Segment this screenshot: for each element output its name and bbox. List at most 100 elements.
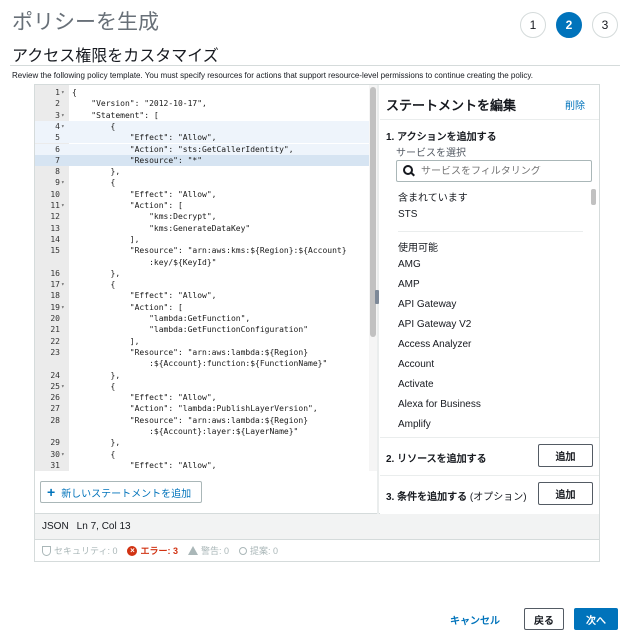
fold-arrow-icon[interactable]: ▾ (61, 200, 67, 211)
code-line[interactable]: 28 "Resource": "arn:aws:lambda:${Region} (35, 415, 377, 426)
line-number: 26 (50, 393, 60, 403)
fold-arrow-icon[interactable]: ▾ (61, 177, 67, 188)
code-line[interactable]: 15 "Resource": "arn:aws:kms:${Region}:${… (35, 245, 377, 256)
code-text: :${Account}:layer:${LayerName}" (72, 427, 299, 436)
code-text: "Effect": "Allow", (72, 189, 217, 199)
code-line[interactable]: 24 }, (35, 370, 377, 381)
error-finding[interactable]: × エラー: 3 (127, 544, 178, 557)
footer-actions: キャンセル 戻る 次へ (436, 608, 618, 630)
code-line[interactable]: :${Account}:layer:${LayerName}" (35, 426, 377, 437)
sidebar-divider (380, 475, 599, 476)
service-item[interactable]: Amplify (398, 419, 431, 430)
code-line[interactable]: 29 }, (35, 437, 377, 448)
code-line[interactable]: 19 ▾ "Action": [ (35, 302, 377, 313)
add-statement-button[interactable]: + 新しいステートメントを追加 (40, 481, 203, 503)
code-line[interactable]: 30 ▾ { (35, 449, 377, 460)
service-list-scrollbar[interactable] (591, 189, 596, 205)
code-line[interactable]: 23 "Resource": "arn:aws:lambda:${Region} (35, 347, 377, 358)
next-button[interactable]: 次へ (574, 608, 618, 630)
code-text: "Effect": "Allow", (72, 291, 217, 301)
code-text: "lambda:GetFunction", (72, 314, 251, 323)
code-text: "Resource": "*" (72, 155, 203, 165)
service-item[interactable]: AMG (398, 259, 421, 270)
code-line[interactable]: 21 "lambda:GetFunctionConfiguration" (35, 324, 377, 335)
code-line[interactable]: 4 ▾ { (35, 120, 377, 133)
code-line[interactable]: 9 ▾ { (35, 177, 377, 188)
code-line[interactable]: 17 ▾ { (35, 279, 377, 290)
service-item[interactable]: Access Analyzer (398, 339, 471, 350)
code-line[interactable]: 12 "kms:Decrypt", (35, 211, 377, 222)
add-resources-button[interactable]: 追加 (538, 444, 593, 467)
code-line[interactable]: :${Account}:function:${FunctionName}" (35, 358, 377, 369)
splitter-grip-icon[interactable] (375, 290, 379, 304)
line-number: 9 (55, 178, 60, 188)
service-list: 含まれています STS 使用可能 AMG AMP API Gateway API Gatew… (380, 185, 599, 437)
suggestion-finding[interactable]: 提案: 0 (239, 544, 278, 557)
code-line[interactable]: 13 "kms:GenerateDataKey" (35, 223, 377, 234)
title-divider (10, 65, 620, 66)
code-line[interactable]: 20 "lambda:GetFunction", (35, 313, 377, 324)
service-filter-input[interactable] (421, 165, 581, 177)
line-number: 24 (50, 370, 60, 380)
line-number: 11 (50, 201, 60, 210)
line-number: 25 (50, 381, 60, 391)
fold-arrow-icon[interactable]: ▾ (61, 381, 67, 392)
json-editor[interactable]: 1 ▾{2 "Version": "2012-10-17", 3 ▾ "Stateme… (35, 85, 377, 471)
code-line[interactable]: 16 }, (35, 268, 377, 279)
add-conditions-button[interactable]: 追加 (538, 482, 593, 505)
code-line[interactable]: 25 ▾ { (35, 381, 377, 392)
available-header: 使用可能 (398, 243, 438, 254)
code-line[interactable]: 10 "Effect": "Allow", (35, 189, 377, 200)
code-line[interactable]: 31 "Effect": "Allow", (35, 460, 377, 471)
service-item[interactable]: Alexa for Business (398, 399, 481, 410)
code-line[interactable]: 3 ▾ "Statement": [ (35, 110, 377, 121)
code-line[interactable]: 22 ], (35, 336, 377, 347)
line-number: 15 (50, 246, 60, 256)
code-text: }, (72, 370, 121, 380)
code-text: "Action": [ (72, 201, 183, 210)
code-line[interactable]: 11 ▾ "Action": [ (35, 200, 377, 211)
line-number: 13 (50, 223, 60, 233)
code-line[interactable]: 5 "Effect": "Allow", (35, 132, 377, 144)
service-item[interactable]: Account (398, 359, 434, 370)
fold-arrow-icon[interactable]: ▾ (61, 449, 67, 460)
optional-label: (オプション) (469, 492, 527, 503)
service-item[interactable]: AMP (398, 279, 420, 290)
cursor-position: Ln 7, Col 13 (76, 521, 131, 532)
line-number: 22 (50, 336, 60, 346)
fold-arrow-icon[interactable]: ▾ (61, 87, 67, 98)
service-item[interactable]: API Gateway V2 (398, 319, 471, 330)
fold-arrow-icon[interactable]: ▾ (61, 110, 67, 121)
code-line[interactable]: 1 ▾ { (35, 87, 377, 98)
service-item[interactable]: Activate (398, 379, 434, 390)
service-item[interactable]: STS (398, 209, 417, 220)
code-line[interactable]: 8 }, (35, 166, 377, 177)
code-text: "Action": [ (72, 302, 183, 312)
code-line[interactable]: 27 "Action": "lambda:PublishLayerVersion… (35, 403, 377, 414)
fold-arrow-icon[interactable]: ▾ (61, 121, 67, 132)
warning-finding[interactable]: 警告: 0 (187, 544, 229, 557)
code-line[interactable]: 7 "Resource": "*" (35, 154, 377, 167)
line-number: 19 (50, 302, 60, 312)
back-button[interactable]: 戻る (524, 608, 564, 630)
fold-arrow-icon[interactable]: ▾ (61, 279, 67, 290)
line-number: 23 (50, 347, 60, 357)
code-line[interactable]: 2 "Version": "2012-10-17", (35, 98, 377, 109)
code-line[interactable]: 18 "Effect": "Allow", (35, 290, 377, 301)
service-filter[interactable] (396, 160, 592, 182)
code-text: "Version": "2012-10-17", (72, 99, 207, 109)
cancel-button[interactable]: キャンセル (436, 612, 514, 627)
line-number: 28 (50, 415, 60, 425)
sidebar-title: ステートメントを編集 (386, 99, 517, 114)
fold-arrow-icon[interactable]: ▾ (61, 302, 67, 313)
delete-statement-link[interactable]: 削除 (565, 97, 585, 112)
code-line[interactable]: 6 "Action": "sts:GetCallerIdentity", (35, 143, 377, 155)
service-item[interactable]: API Gateway (398, 299, 456, 310)
code-line[interactable]: 26 "Effect": "Allow", (35, 392, 377, 403)
code-text: { (72, 381, 116, 391)
line-number: 5 (55, 133, 60, 143)
security-finding[interactable]: セキュリティ: 0 (42, 544, 117, 557)
line-number: 29 (50, 438, 60, 448)
code-line[interactable]: 14 ], (35, 234, 377, 245)
code-line[interactable]: :key/${KeyId}" (35, 257, 377, 268)
